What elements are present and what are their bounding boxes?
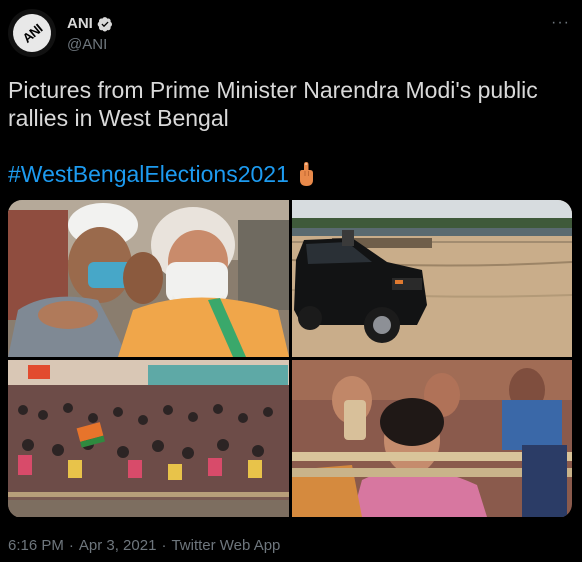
author-name[interactable]: ANI (67, 15, 93, 32)
tweet-time[interactable]: 6:16 PM (8, 537, 64, 554)
separator: · (161, 537, 167, 554)
tweet-date[interactable]: Apr 3, 2021 (79, 537, 157, 554)
hashtag-line: #WestBengalElections2021 (8, 160, 317, 188)
author-handle[interactable]: @ANI (67, 36, 107, 53)
hashtag-link[interactable]: #WestBengalElections2021 (8, 160, 289, 188)
author-name-row[interactable]: ANI (67, 15, 113, 32)
verified-badge-icon (97, 16, 112, 31)
avatar[interactable]: ANI (5, 6, 59, 60)
photo-suv-field[interactable] (292, 200, 572, 357)
photo-women-crowd[interactable] (292, 360, 572, 517)
separator: · (68, 537, 74, 554)
more-icon[interactable]: ··· (551, 14, 570, 32)
pointing-finger-icon (299, 162, 313, 186)
photo-modi-embrace[interactable] (8, 200, 289, 357)
photo-grid[interactable] (8, 200, 572, 518)
tweet-meta: 6:16 PM · Apr 3, 2021 · Twitter Web App (8, 537, 280, 554)
tweet-text: Pictures from Prime Minister Narendra Mo… (8, 77, 538, 131)
tweet-source[interactable]: Twitter Web App (171, 537, 280, 554)
ani-logo: ANI (5, 6, 59, 60)
photo-rally-crowd[interactable] (8, 360, 289, 517)
